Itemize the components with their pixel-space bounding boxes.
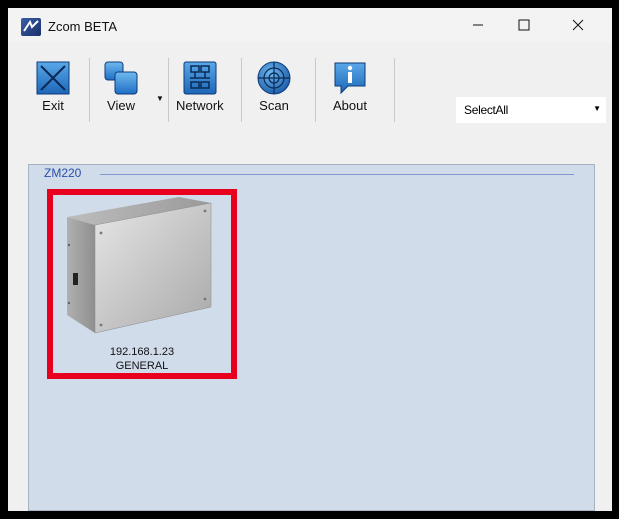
window-title: Zcom BETA xyxy=(48,19,118,34)
device-tile[interactable]: 192.168.1.23 GENERAL xyxy=(47,189,237,379)
group-divider xyxy=(100,174,574,175)
view-button[interactable]: View xyxy=(103,60,139,122)
chevron-down-icon: ▼ xyxy=(593,104,601,113)
view-dropdown-arrow-icon[interactable]: ▼ xyxy=(156,94,164,103)
close-button[interactable] xyxy=(555,8,601,42)
app-window: Zcom BETA Exit View ▼ Network Scan About… xyxy=(8,8,612,511)
device-group: ZM220 192.168.1.23 GENERAL xyxy=(28,164,595,511)
toolbar-separator xyxy=(241,58,242,122)
network-button[interactable]: Network xyxy=(176,60,224,122)
about-button[interactable]: About xyxy=(332,60,368,122)
close-icon xyxy=(572,19,584,31)
maximize-button[interactable] xyxy=(501,8,547,42)
toolbar-separator xyxy=(315,58,316,122)
exit-label: Exit xyxy=(42,98,64,113)
network-icon xyxy=(183,61,217,95)
minimize-icon xyxy=(473,24,483,26)
device-name: GENERAL xyxy=(115,360,169,372)
about-label: About xyxy=(333,98,367,113)
toolbar: Exit View ▼ Network Scan About SelectAll… xyxy=(8,42,612,132)
view-label: View xyxy=(107,98,135,113)
maximize-icon xyxy=(518,19,530,31)
scan-button[interactable]: Scan xyxy=(256,60,292,122)
minimize-button[interactable] xyxy=(455,8,501,42)
scan-radar-icon xyxy=(257,61,291,95)
device-ip: 192.168.1.23 xyxy=(109,346,175,358)
title-bar: Zcom BETA xyxy=(8,8,612,42)
view-icon xyxy=(104,61,138,95)
device-area: ZM220 192.168.1.23 GENERAL xyxy=(8,132,612,511)
selection-value: SelectAll xyxy=(464,103,508,117)
info-icon xyxy=(334,62,366,95)
network-label: Network xyxy=(176,98,224,113)
scan-label: Scan xyxy=(259,98,289,113)
toolbar-separator xyxy=(168,58,169,122)
group-title: ZM220 xyxy=(44,166,86,180)
toolbar-separator xyxy=(394,58,395,122)
zcom-logo-icon xyxy=(21,18,41,36)
exit-icon xyxy=(36,61,70,95)
device-image xyxy=(67,197,212,334)
toolbar-separator xyxy=(89,58,90,122)
selection-dropdown[interactable]: SelectAll ▼ xyxy=(456,97,606,123)
exit-button[interactable]: Exit xyxy=(35,60,71,122)
